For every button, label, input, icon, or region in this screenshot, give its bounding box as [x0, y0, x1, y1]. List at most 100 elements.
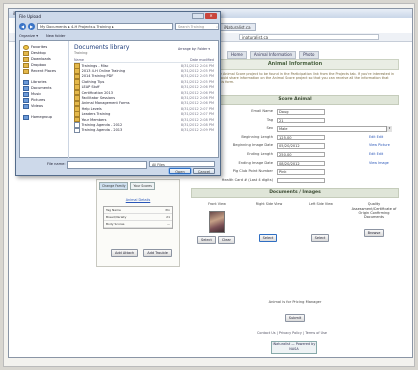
library-icon	[23, 97, 29, 103]
form-input[interactable]: 21	[277, 117, 325, 124]
dialog-search-input[interactable]: Search Training ⌕	[175, 22, 219, 30]
quality-text: Quality Assessment/Certificate of Origin…	[351, 202, 397, 238]
form-link[interactable]: Edit Edit	[369, 135, 383, 139]
filetype-select[interactable]: All Files	[149, 161, 215, 167]
dialog-minimize-button[interactable]	[192, 13, 204, 19]
photo-placeholder	[262, 211, 276, 231]
image-clear-button[interactable]: Clear	[217, 236, 235, 245]
footer-links[interactable]: Contact Us | Privacy Policy | Terms of U…	[257, 331, 327, 335]
dialog-bottom: File name: All Files Open Cancel	[19, 160, 219, 174]
form-input[interactable]: Pink	[277, 169, 325, 175]
left-panel-tab[interactable]: Your Scores	[130, 182, 155, 190]
new-folder-button[interactable]: New folder	[46, 34, 65, 38]
image-select-button[interactable]: Select	[310, 234, 330, 243]
image-column: Front View Select Clear	[193, 202, 241, 245]
filename-label: File name:	[47, 162, 66, 166]
main-page: Animal Information Please fill in the An…	[191, 59, 399, 323]
form-input[interactable]: Doug	[277, 109, 325, 115]
library-icon	[23, 114, 29, 120]
form-row: Ending Image Date 08/20/2012 View Image	[191, 160, 399, 169]
folder-icon	[23, 50, 29, 56]
image-select-button[interactable]: Select	[258, 234, 278, 243]
nav-item-label: Music	[31, 92, 42, 96]
animal-details-link[interactable]: Animal Details	[97, 198, 179, 202]
table-row: Body Scores —	[104, 221, 172, 228]
animal-photo	[209, 211, 225, 234]
page-intro: Please fill in the Animal Score project …	[195, 72, 395, 85]
form-input[interactable]: 08/20/2012	[277, 160, 325, 167]
form-input[interactable]: 125.00	[277, 134, 325, 141]
file-name-text: Trainings - Misc	[81, 63, 109, 68]
left-panel-tab[interactable]: Change Family	[99, 182, 129, 190]
submit-button[interactable]: Submit	[284, 314, 306, 323]
form-row: Email Name Doug	[191, 108, 399, 117]
form-link[interactable]: View Image	[369, 161, 389, 165]
breadcrumb-item[interactable]: Animal Information	[249, 51, 297, 59]
column-name[interactable]: Name	[74, 58, 84, 62]
search-placeholder: Search Training	[178, 24, 205, 29]
pricing-hint: Animal is for Pricing Manager	[268, 300, 322, 305]
file-name-text: Leaders Training	[81, 112, 111, 117]
form-input[interactable]: 250.00	[277, 151, 325, 158]
nav-item[interactable]: Homegroup	[20, 114, 68, 120]
form-link[interactable]: View Picture	[369, 143, 390, 147]
document-icon	[74, 127, 80, 134]
dialog-title: File Upload	[16, 12, 220, 20]
back-arrow-icon[interactable]: ◀	[19, 22, 26, 30]
left-panel-tabs: Change Family Your Scores	[97, 180, 179, 192]
library-icon	[23, 91, 29, 97]
browse-button[interactable]: Browse	[363, 229, 385, 238]
breadcrumb-item[interactable]: Home	[227, 51, 247, 59]
folder-icon	[23, 56, 29, 62]
filename-input[interactable]	[67, 161, 147, 169]
close-icon[interactable]: ✕	[205, 13, 217, 19]
arrange-by-menu[interactable]: Arrange by: Folder ▾	[178, 47, 210, 51]
form-row: Beginning Image Date 05/20/2012 View Pictu…	[191, 142, 399, 151]
nav-item-label: Recent Places	[31, 69, 56, 73]
file-row[interactable]: Training Agenda - 2013 8/31/2012 2:09 PM	[74, 127, 214, 134]
file-name-text: 2014 Training PDF	[81, 74, 114, 79]
dialog-address-input[interactable]: My Documents ▸ 4-H Projects ▸ Training ▸	[37, 22, 173, 30]
nav-item-label: Homegroup	[31, 115, 53, 119]
open-button[interactable]: Open	[169, 168, 191, 174]
library-subtitle: Training	[74, 51, 88, 55]
form-input[interactable]: 05/20/2012	[277, 143, 325, 149]
organize-menu[interactable]: Organize ▾	[19, 34, 38, 38]
search-icon: ⌕	[216, 24, 218, 29]
nav-item-label: Desktop	[31, 51, 46, 55]
file-date: 8/31/2012 2:08 PM	[180, 117, 214, 122]
image-buttons: Select	[245, 234, 293, 243]
left-panel-button[interactable]: Add Attach	[111, 249, 139, 257]
image-select-button[interactable]: Select	[197, 236, 216, 245]
file-dialog: File Upload ✕ ◀ ▶ My Documents ▸ 4-H Pro…	[15, 11, 221, 176]
address-bar[interactable]: inaturalist.ca	[239, 34, 379, 40]
nav-item-label: Favorites	[31, 45, 48, 49]
column-date[interactable]: Date modified	[190, 58, 214, 62]
cancel-button[interactable]: Cancel	[193, 168, 215, 174]
navigation-pane: Favorites Desktop Downloads Dropbox Recent P…	[20, 41, 69, 160]
form-input[interactable]: Male	[277, 126, 391, 132]
file-date: 8/31/2012 2:08 PM	[180, 122, 214, 127]
folder-icon	[23, 68, 29, 74]
forward-arrow-icon[interactable]: ▶	[28, 22, 35, 30]
page-title: Animal Information	[191, 59, 399, 70]
row-value: —	[167, 222, 170, 226]
form-row: Tag 21	[191, 117, 399, 126]
file-name-text: Animal Management Forms	[81, 101, 130, 106]
form-row: Ending Length 250.00 Edit Edit	[191, 151, 399, 160]
file-date: 8/31/2012 2:07 PM	[180, 106, 214, 111]
library-icon	[23, 85, 29, 91]
browser-tab[interactable]: iNaturalist.ca	[219, 23, 256, 31]
file-date: 8/31/2012 2:09 PM	[180, 128, 214, 133]
file-name-text: Your Members	[81, 117, 107, 122]
chevron-down-icon[interactable]: ▾	[386, 126, 392, 132]
image-caption: Front View	[208, 202, 226, 207]
left-panel-button[interactable]: Add Trouble	[143, 249, 172, 257]
file-date: 8/31/2012 2:06 PM	[180, 101, 214, 106]
score-section-header: Score Animal	[191, 95, 399, 105]
file-date: 8/31/2012 2:06 PM	[180, 85, 214, 90]
dialog-body: Favorites Desktop Downloads Dropbox Recent P…	[19, 40, 219, 160]
form-input[interactable]	[277, 177, 325, 184]
form-link[interactable]: Edit Edit	[369, 152, 383, 156]
breadcrumb-item[interactable]: Photo	[299, 51, 319, 59]
